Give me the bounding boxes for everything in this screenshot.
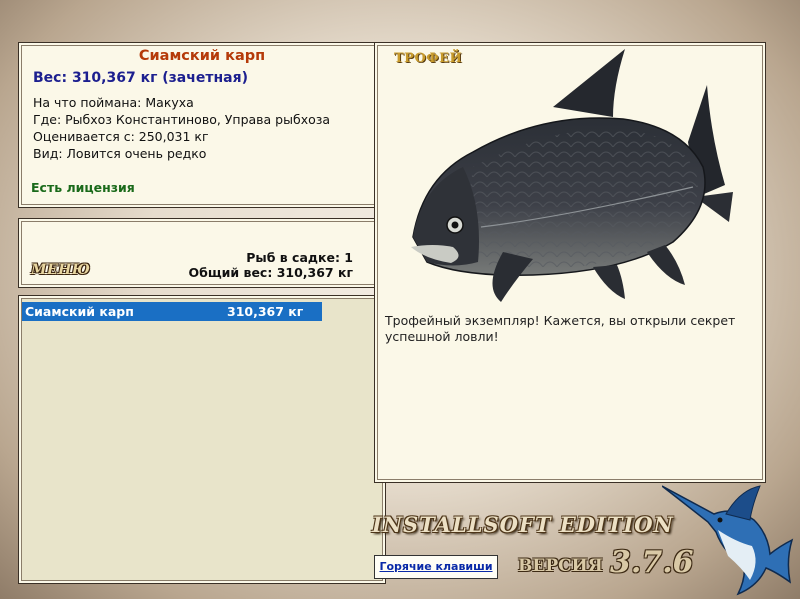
- keepnet-summary-panel: МЕНЮ Рыб в садке: 1 Общий вес: 310,367 к…: [18, 218, 386, 288]
- location-info: Где: Рыбхоз Константиново, Управа рыбхоз…: [33, 112, 331, 127]
- valued-from-info: Оценивается с: 250,031 кг: [33, 129, 209, 144]
- fish-info-panel: Сиамский карп Вес: 310,367 кг (зачетная)…: [18, 42, 386, 208]
- marlin-icon: [662, 485, 794, 596]
- list-item-weight: 310,367 кг: [227, 304, 304, 319]
- bait-info: На что поймана: Макуха: [33, 95, 194, 110]
- edition-logo-text: INSTALLSOFT EDITION: [372, 512, 674, 537]
- hotkeys-button[interactable]: Горячие клавиши: [374, 555, 498, 579]
- fish-name: Сиамский карп: [138, 48, 266, 64]
- rarity-info: Вид: Ловится очень редко: [33, 146, 207, 161]
- version-label: ВЕРСИЯ: [518, 556, 603, 576]
- fish-count: Рыб в садке: 1: [246, 250, 353, 265]
- trophy-panel: ТРОФЕЙ Трофейный экземпляр! Кажется, вы …: [374, 42, 766, 483]
- catch-list: Сиамский карп 310,367 кг: [18, 295, 386, 584]
- total-weight: Общий вес: 310,367 кг: [188, 265, 354, 280]
- dorsal-fin: [553, 49, 625, 117]
- trophy-label: ТРОФЕЙ: [394, 51, 463, 66]
- siamese-carp-image: [411, 49, 733, 302]
- list-item-name: Сиамский карп: [25, 304, 134, 319]
- menu-button[interactable]: МЕНЮ: [31, 262, 90, 278]
- fish-weight: Вес: 310,367 кг (зачетная): [33, 70, 248, 86]
- license-status: Есть лицензия: [31, 180, 135, 195]
- trophy-description: Трофейный экземпляр! Кажется, вы открыли…: [385, 313, 736, 344]
- list-item[interactable]: Сиамский карп 310,367 кг: [22, 302, 322, 321]
